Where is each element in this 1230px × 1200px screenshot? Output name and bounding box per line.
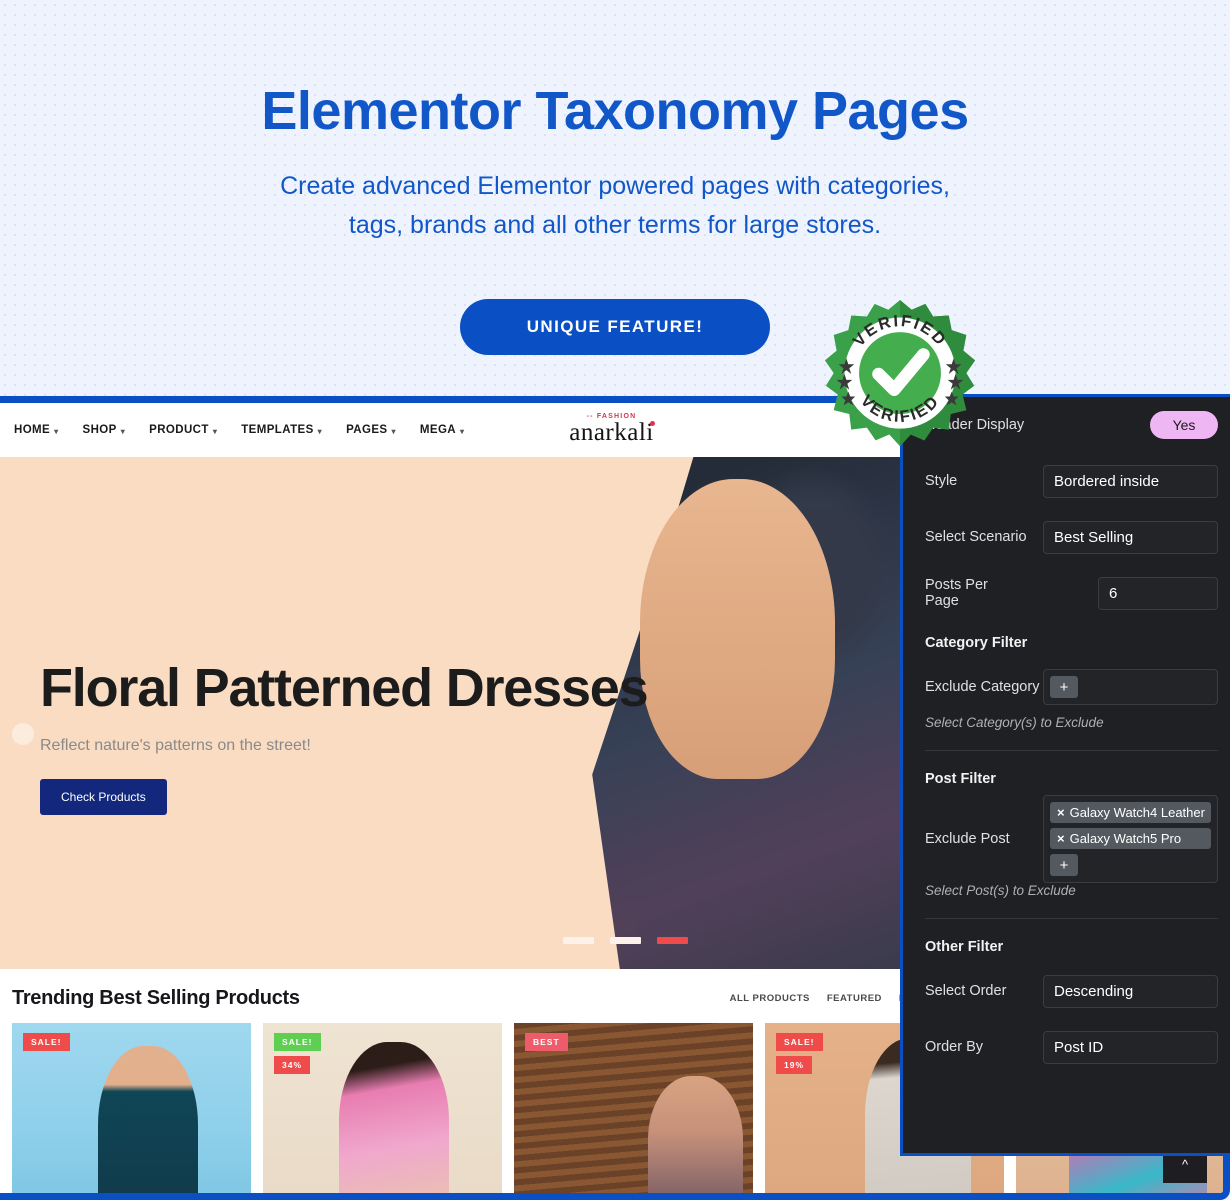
chevron-down-icon: ▾ xyxy=(317,426,323,436)
style-select-wrap: Bordered inside xyxy=(1043,464,1218,498)
nav-label: PRODUCT xyxy=(149,424,209,436)
setting-label: Style xyxy=(925,473,958,489)
nav-label: HOME xyxy=(14,424,51,436)
setting-label: Exclude Post xyxy=(925,831,1010,847)
hero-model-face xyxy=(640,479,835,779)
carousel-dot-2[interactable] xyxy=(610,937,641,944)
nav-item-pages[interactable]: PAGES ▾ xyxy=(346,424,396,436)
status-badge: BEST xyxy=(525,1033,568,1051)
setting-row-exclude-post: Exclude Post × Galaxy Watch4 Leather × Gal… xyxy=(903,795,1230,883)
divider xyxy=(925,750,1218,751)
nav-label: SHOP xyxy=(82,424,117,436)
remove-tag-icon[interactable]: × xyxy=(1057,831,1065,846)
discount-badge: 34% xyxy=(274,1056,311,1074)
tab-all-products[interactable]: ALL PRODUCTS xyxy=(730,993,810,1004)
exclude-category-tagbox[interactable]: + xyxy=(1043,669,1218,705)
unique-feature-button[interactable]: UNIQUE FEATURE! xyxy=(460,299,770,355)
setting-label: Exclude Category xyxy=(925,679,1040,695)
tag-label: Galaxy Watch5 Pro xyxy=(1069,831,1182,846)
chevron-down-icon: ▾ xyxy=(212,426,218,436)
logo-dot-icon xyxy=(649,421,655,426)
status-badge: SALE! xyxy=(23,1033,70,1051)
exclude-post-tag[interactable]: × Galaxy Watch4 Leather xyxy=(1050,802,1211,823)
promo-subtitle-line2: tags, brands and all other terms for lar… xyxy=(348,211,882,240)
hero-heading: Floral Patterned Dresses xyxy=(40,658,649,718)
carousel-dot-1[interactable] xyxy=(563,937,594,944)
carousel-dot-3[interactable] xyxy=(657,937,688,944)
setting-label: Posts Per Page xyxy=(925,577,988,609)
check-products-button[interactable]: Check Products xyxy=(40,779,167,815)
setting-row-posts-per-page: Posts Per Page 6 xyxy=(903,565,1230,621)
select-order-select[interactable]: Descending xyxy=(1043,974,1218,1008)
status-badge: SALE! xyxy=(776,1033,823,1051)
setting-row-select-order: Select Order Descending xyxy=(903,963,1230,1019)
nav-item-home[interactable]: HOME ▾ xyxy=(14,424,59,436)
product-card[interactable]: BEST xyxy=(514,1023,753,1193)
setting-label: Order By xyxy=(925,1039,984,1055)
exclude-post-tagbox[interactable]: × Galaxy Watch4 Leather × Galaxy Watch5 Pr… xyxy=(1043,795,1218,883)
logo-name-text: anarkali xyxy=(569,419,654,446)
order-by-select[interactable]: Post ID xyxy=(1043,1030,1218,1064)
promo-subtitle-line1: Create advanced Elementor powered pages … xyxy=(280,172,950,201)
exclude-post-hint: Select Post(s) to Exclude xyxy=(925,883,1076,898)
chevron-down-icon: ▾ xyxy=(460,426,465,436)
nav-item-mega[interactable]: MEGA ▾ xyxy=(420,424,465,436)
elementor-settings-panel: Header Display Yes Style Bordered inside… xyxy=(900,394,1230,1156)
remove-tag-icon[interactable]: × xyxy=(1057,805,1065,820)
posts-per-page-input[interactable]: 6 xyxy=(1098,576,1218,610)
tag-label: Galaxy Watch4 Leather xyxy=(1069,805,1205,820)
hero-carousel-dots xyxy=(563,937,688,944)
add-category-icon[interactable]: + xyxy=(1050,676,1078,698)
discount-badge: 19% xyxy=(776,1056,813,1074)
style-select[interactable]: Bordered inside xyxy=(1043,464,1218,498)
exclude-category-plus-row: + xyxy=(1050,676,1211,698)
header-display-toggle[interactable]: Yes xyxy=(1150,411,1218,439)
promo-subtitle: Create advanced Elementor powered pages … xyxy=(0,167,1230,245)
section-category-filter: Category Filter xyxy=(925,635,1028,651)
products-title: Trending Best Selling Products xyxy=(12,987,300,1009)
exclude-post-plus-row: + xyxy=(1050,854,1211,876)
page-title: Elementor Taxonomy Pages xyxy=(261,81,969,141)
setting-row-style: Style Bordered inside xyxy=(903,453,1230,509)
chevron-up-icon: ^ xyxy=(1181,1156,1189,1172)
hero-content: Floral Patterned Dresses Reflect nature'… xyxy=(40,658,649,815)
verified-badge: VERIFIED VERIFIED xyxy=(822,298,978,454)
scenario-select-wrap: Best Selling xyxy=(1043,520,1218,554)
chevron-down-icon: ▾ xyxy=(54,426,59,436)
nav-menu: HOME ▾ SHOP ▾ PRODUCT ▾ TEMPLATES ▾ PAGE… xyxy=(14,424,464,436)
nav-label: TEMPLATES xyxy=(241,424,314,436)
chevron-down-icon: ▾ xyxy=(391,426,396,436)
select-order-wrap: Descending xyxy=(1043,974,1218,1008)
scenario-select[interactable]: Best Selling xyxy=(1043,520,1218,554)
logo-name: anarkali xyxy=(569,419,655,446)
nav-item-shop[interactable]: SHOP ▾ xyxy=(83,424,126,436)
add-post-icon[interactable]: + xyxy=(1050,854,1078,876)
product-card[interactable]: SALE! 34% xyxy=(263,1023,502,1193)
exclude-post-tag[interactable]: × Galaxy Watch5 Pro xyxy=(1050,828,1211,849)
setting-row-exclude-category: Exclude Category + xyxy=(903,659,1230,715)
nav-item-templates[interactable]: TEMPLATES ▾ xyxy=(241,424,322,436)
section-other-filter: Other Filter xyxy=(925,939,1004,955)
status-badge: SALE! xyxy=(274,1033,321,1051)
setting-label: Select Scenario xyxy=(925,529,1027,545)
setting-row-scenario: Select Scenario Best Selling xyxy=(903,509,1230,565)
chevron-down-icon: ▾ xyxy=(120,426,126,436)
order-by-wrap: Post ID xyxy=(1043,1030,1218,1064)
hero-subheading: Reflect nature's patterns on the street! xyxy=(40,737,311,754)
section-post-filter: Post Filter xyxy=(925,771,996,787)
nav-label: MEGA xyxy=(419,424,457,436)
nav-label: PAGES xyxy=(346,424,388,436)
nav-item-product[interactable]: PRODUCT ▾ xyxy=(149,424,217,436)
product-card[interactable]: SALE! xyxy=(12,1023,251,1193)
tab-featured[interactable]: FEATURED xyxy=(827,993,882,1004)
setting-label: Select Order xyxy=(925,983,1007,999)
exclude-category-hint: Select Category(s) to Exclude xyxy=(925,715,1104,730)
divider xyxy=(925,918,1218,919)
setting-row-order-by: Order By Post ID xyxy=(903,1019,1230,1075)
hero-prev-arrow[interactable] xyxy=(12,723,34,745)
